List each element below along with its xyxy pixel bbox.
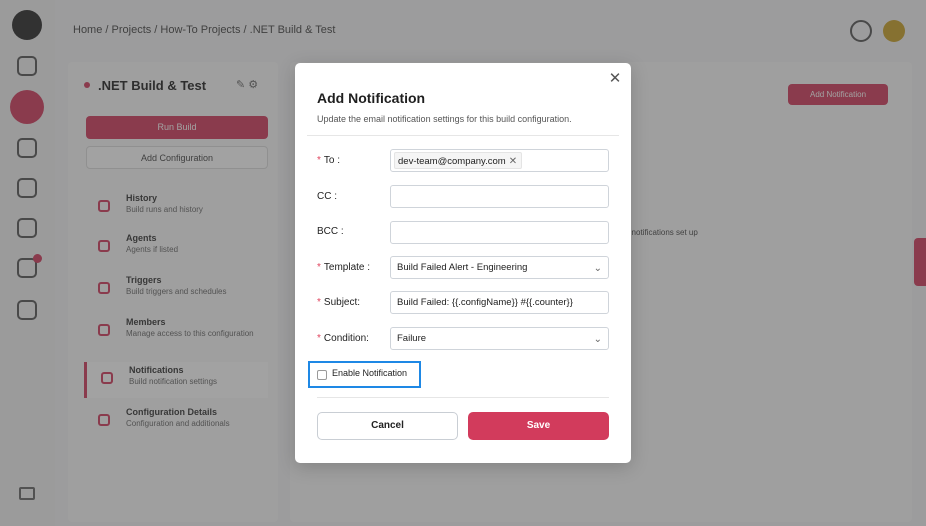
to-field[interactable]: dev-team@company.com ✕ <box>390 149 609 172</box>
required-mark: * <box>317 155 321 166</box>
dialog-title: Add Notification <box>317 90 426 106</box>
enable-notification-label[interactable]: Enable Notification <box>332 368 407 378</box>
required-mark: * <box>317 333 321 344</box>
close-icon[interactable]: ✕ <box>607 71 623 87</box>
label-colon: : <box>337 155 341 166</box>
chevron-down-icon: ⌄ <box>593 334 602 345</box>
label-colon: : <box>357 297 361 308</box>
add-notification-dialog: ✕ Add Notification Update the email noti… <box>295 63 631 463</box>
template-select[interactable]: Build Failed Alert - Engineering ⌄ <box>390 256 609 279</box>
bcc-label-text: BCC <box>317 226 339 237</box>
condition-value: Failure <box>397 333 427 344</box>
bcc-field[interactable] <box>390 221 609 244</box>
cc-label-text: CC <box>317 191 332 202</box>
label-colon: : <box>334 191 338 202</box>
recipient-tag-text: dev-team@company.com <box>398 156 506 167</box>
save-button[interactable]: Save <box>468 412 609 440</box>
chevron-down-icon: ⌄ <box>593 263 602 274</box>
remove-tag-icon[interactable]: ✕ <box>509 153 517 170</box>
footer-divider <box>317 397 609 398</box>
cancel-button[interactable]: Cancel <box>317 412 458 440</box>
template-label: * Template : <box>317 262 370 273</box>
template-value: Build Failed Alert - Engineering <box>397 262 528 273</box>
cc-field[interactable] <box>390 185 609 208</box>
subject-field[interactable] <box>390 291 609 314</box>
label-colon: : <box>366 333 369 344</box>
required-mark: * <box>317 297 321 308</box>
recipient-tag: dev-team@company.com ✕ <box>394 152 523 170</box>
required-mark: * <box>317 262 321 273</box>
enable-notification-checkbox[interactable] <box>317 370 327 380</box>
condition-label-text: Condition <box>323 333 367 344</box>
template-label-text: Template <box>323 262 365 273</box>
condition-label: * Condition: <box>317 333 369 344</box>
subject-label: * Subject: <box>317 297 360 308</box>
label-colon: : <box>367 262 371 273</box>
bcc-label: BCC : <box>317 226 344 237</box>
subject-label-text: Subject <box>323 297 358 308</box>
header-divider <box>307 135 619 136</box>
to-label: * To : <box>317 155 340 166</box>
dialog-subtitle: Update the email notification settings f… <box>317 114 572 124</box>
condition-select[interactable]: Failure ⌄ <box>390 327 609 350</box>
cc-label: CC : <box>317 191 337 202</box>
enable-notification-highlight: Enable Notification <box>308 361 421 388</box>
to-label-text: To <box>323 155 335 166</box>
label-colon: : <box>340 226 344 237</box>
